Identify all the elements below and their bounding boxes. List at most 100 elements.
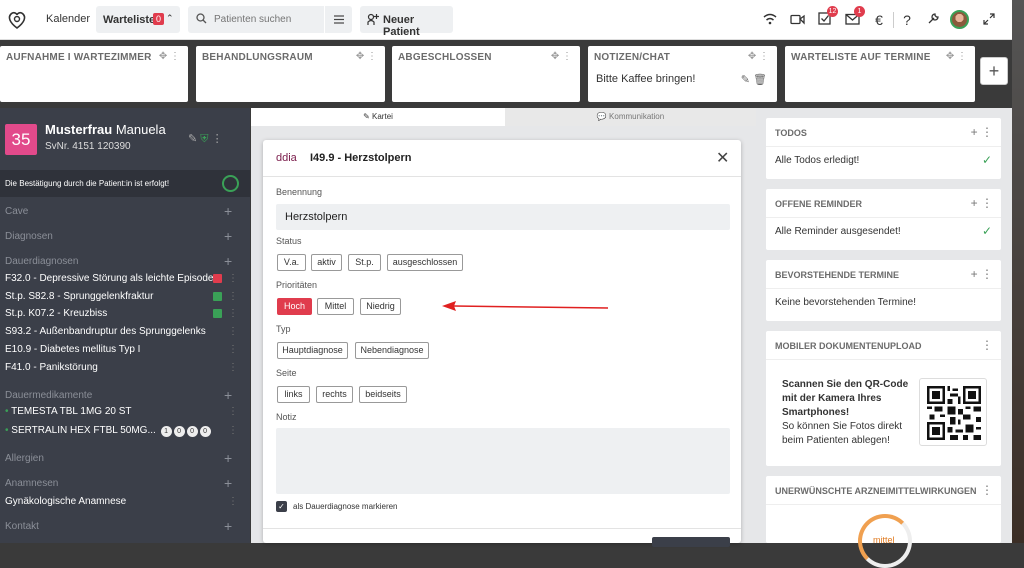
- dauerdiagnose-checkbox-label[interactable]: als Dauerdiagnose markieren: [293, 502, 398, 511]
- priority-option[interactable]: Mittel: [317, 298, 354, 315]
- calendar-link[interactable]: Kalender: [46, 13, 90, 25]
- add-contact-icon[interactable]: +: [224, 518, 232, 534]
- more-icon[interactable]: ⋮: [228, 425, 238, 436]
- euro-icon[interactable]: €: [868, 9, 890, 31]
- dauerdiagnose-checkbox[interactable]: ✓: [276, 501, 287, 512]
- wifi-icon[interactable]: [759, 9, 781, 31]
- shield-check-icon[interactable]: ⛨: [200, 133, 208, 145]
- section-anamnesen[interactable]: Anamnesen: [5, 478, 58, 489]
- user-avatar[interactable]: [950, 10, 969, 29]
- close-icon[interactable]: ✕: [716, 148, 729, 168]
- wrench-icon[interactable]: [922, 9, 944, 31]
- section-allergien[interactable]: Allergien: [5, 453, 44, 464]
- more-icon[interactable]: ⋮: [228, 326, 238, 337]
- reminder-card: OFFENE REMINDER + ⋮ Alle Reminder ausges…: [766, 189, 1001, 250]
- more-icon[interactable]: ⋮: [228, 273, 238, 284]
- more-icon[interactable]: ⋮: [212, 133, 223, 145]
- add-termin-icon[interactable]: + ⋮: [971, 267, 993, 281]
- more-icon[interactable]: ⋮: [228, 344, 238, 355]
- column-title: ABGESCHLOSSEN: [398, 52, 492, 63]
- dose-morning: 1: [160, 426, 172, 437]
- add-medication-icon[interactable]: +: [224, 387, 232, 403]
- column-abgeschlossen: ABGESCHLOSSEN ✥ ⋮: [392, 46, 580, 102]
- more-icon[interactable]: ⋮: [228, 496, 238, 507]
- priority-marker-icon: [213, 291, 222, 301]
- seite-option[interactable]: links: [277, 386, 310, 403]
- add-column-button[interactable]: +: [980, 57, 1008, 85]
- section-cave[interactable]: Cave: [5, 206, 28, 217]
- status-option[interactable]: aktiv: [311, 254, 342, 271]
- save-button[interactable]: [652, 537, 730, 547]
- more-icon[interactable]: ⋮: [228, 406, 238, 417]
- notiz-textarea[interactable]: [276, 428, 730, 494]
- video-icon[interactable]: [786, 9, 808, 31]
- dauerdiagnose-item[interactable]: F41.0 - Panikstörung: [5, 362, 98, 373]
- benennung-input[interactable]: Herzstolpern: [276, 204, 730, 230]
- priority-marker-icon: [213, 309, 222, 319]
- more-icon[interactable]: ⋮: [228, 362, 238, 373]
- list-view-button[interactable]: [325, 6, 352, 33]
- edit-delete-icons[interactable]: ✎ 🗑: [741, 73, 767, 86]
- more-icon[interactable]: ⋮: [228, 291, 238, 302]
- seite-option[interactable]: beidseits: [359, 386, 407, 403]
- medication-item[interactable]: • TEMESTA TBL 1MG 20 ST: [5, 406, 132, 417]
- status-option[interactable]: St.p.: [348, 254, 381, 271]
- edit-icon[interactable]: ✎: [188, 133, 197, 145]
- patient-search[interactable]: [188, 6, 324, 33]
- priority-marker-icon: [213, 274, 222, 283]
- priority-option[interactable]: Hoch: [277, 298, 312, 315]
- anamnese-item[interactable]: Gynäkologische Anamnese: [5, 496, 126, 507]
- more-icon[interactable]: ⋮: [981, 483, 993, 497]
- add-allergy-icon[interactable]: +: [224, 450, 232, 466]
- status-option[interactable]: V.a.: [277, 254, 306, 271]
- typ-option[interactable]: Hauptdiagnose: [277, 342, 348, 359]
- typ-option[interactable]: Nebendiagnose: [355, 342, 429, 359]
- section-dauerdiagnosen[interactable]: Dauerdiagnosen: [5, 256, 78, 267]
- app-logo-icon[interactable]: [6, 9, 28, 31]
- column-title: WARTELISTE AUF TERMINE: [791, 52, 931, 63]
- tab-kommunikation-label: Kommunikation: [609, 112, 665, 121]
- section-dauermedikamente[interactable]: Dauermedikamente: [5, 390, 92, 401]
- expand-icon[interactable]: [978, 9, 1000, 31]
- column-controls-icon[interactable]: ✥ ⋮: [748, 51, 769, 62]
- more-icon[interactable]: ⋮: [981, 338, 993, 352]
- mail-icon[interactable]: 1: [841, 6, 865, 31]
- chevron-up-icon: ⌃: [166, 13, 174, 23]
- new-patient-button[interactable]: Neuer Patient: [360, 6, 453, 38]
- column-controls-icon[interactable]: ✥ ⋮: [159, 51, 180, 62]
- dauerdiagnose-item[interactable]: St.p. K07.2 - Kreuzbiss: [5, 308, 107, 319]
- column-controls-icon[interactable]: ✥ ⋮: [946, 51, 967, 62]
- dauerdiagnose-item[interactable]: S93.2 - Außenbandruptur des Sprunggelenk…: [5, 326, 206, 337]
- dauerdiagnose-item[interactable]: F32.0 - Depressive Störung als leichte E…: [5, 273, 213, 284]
- tab-kartei[interactable]: ✎ Kartei: [251, 108, 505, 126]
- window-edge: [1012, 0, 1024, 543]
- help-icon[interactable]: ?: [896, 9, 918, 31]
- more-icon[interactable]: ⋮: [228, 308, 238, 319]
- add-todo-icon[interactable]: + ⋮: [971, 125, 993, 139]
- dauerdiagnose-item[interactable]: E10.9 - Diabetes mellitus Typ I: [5, 344, 140, 355]
- waitlist-button[interactable]: Warteliste 0 ⌃: [96, 6, 180, 33]
- mail-badge: 1: [854, 6, 865, 17]
- add-cave-icon[interactable]: +: [224, 203, 232, 219]
- add-dauerdiagnose-icon[interactable]: +: [224, 253, 232, 269]
- column-controls-icon[interactable]: ✥ ⋮: [356, 51, 377, 62]
- reminder-title: OFFENE REMINDER: [775, 199, 863, 209]
- tab-kommunikation[interactable]: 💬 Kommunikation: [505, 108, 756, 126]
- column-controls-icon[interactable]: ✥ ⋮: [551, 51, 572, 62]
- section-kontakt[interactable]: Kontakt: [5, 521, 39, 532]
- tasks-icon[interactable]: 12: [814, 6, 838, 31]
- add-diagnose-icon[interactable]: +: [224, 228, 232, 244]
- chat-note[interactable]: Bitte Kaffee bringen!: [596, 73, 695, 85]
- patient-actions[interactable]: ✎ ⛨ ⋮: [188, 132, 223, 146]
- uaw-gauge-label: mittel: [873, 535, 895, 545]
- medication-item[interactable]: • SERTRALIN HEX FTBL 50MG... 1000: [5, 425, 211, 437]
- seite-option[interactable]: rechts: [316, 386, 353, 403]
- status-option[interactable]: ausgeschlossen: [387, 254, 463, 271]
- priority-option[interactable]: Niedrig: [360, 298, 401, 315]
- section-diagnosen[interactable]: Diagnosen: [5, 231, 53, 242]
- search-input[interactable]: [214, 14, 314, 25]
- status-label: Status: [276, 236, 302, 246]
- add-anamnese-icon[interactable]: +: [224, 475, 232, 491]
- add-reminder-icon[interactable]: + ⋮: [971, 196, 993, 210]
- dauerdiagnose-item[interactable]: St.p. S82.8 - Sprunggelenkfraktur: [5, 291, 153, 302]
